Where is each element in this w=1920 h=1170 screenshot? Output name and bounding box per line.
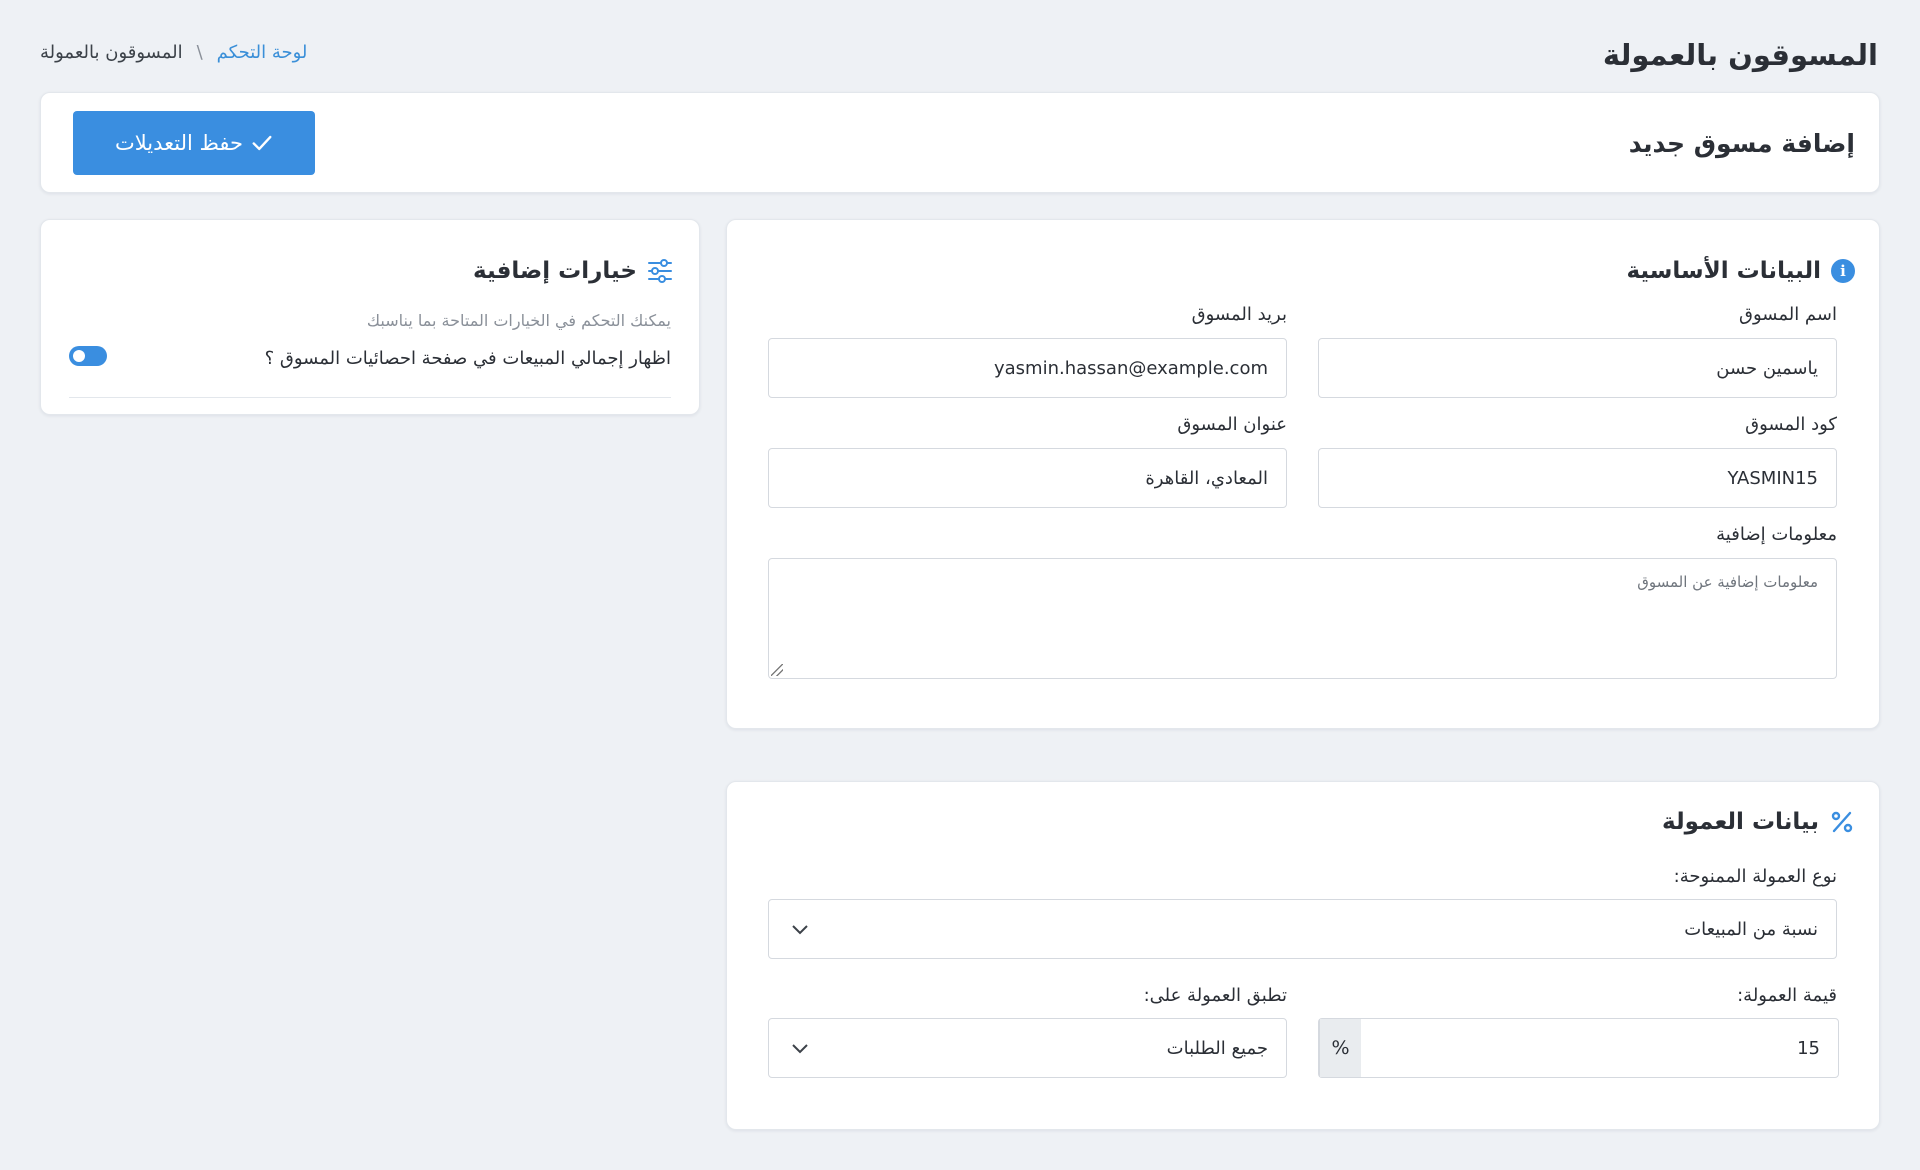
address-value: المعادي، القاهرة [1145, 467, 1268, 489]
check-icon [252, 135, 272, 151]
resize-grip-icon[interactable] [771, 664, 783, 676]
info-placeholder: معلومات إضافية عن المسوق [1637, 573, 1818, 591]
commission-type-select[interactable]: نسبة من المبيعات [768, 899, 1837, 959]
options-title-text: خيارات إضافية [473, 258, 637, 284]
commission-value: 15 [1797, 1037, 1820, 1059]
save-button[interactable]: حفظ التعديلات [73, 111, 315, 175]
info-icon: i [1831, 259, 1855, 283]
options-subtitle: يمكنك التحكم في الخيارات المتاحة بما ينا… [366, 311, 671, 330]
address-label: عنوان المسوق [1177, 414, 1287, 435]
commission-title: بيانات العمولة [1662, 809, 1855, 835]
address-input[interactable]: المعادي، القاهرة [768, 448, 1287, 508]
code-input[interactable]: YASMIN15 [1318, 448, 1837, 508]
commission-value-input[interactable]: 15 % [1318, 1018, 1839, 1078]
basic-info-title: i البيانات الأساسية [1626, 258, 1855, 284]
commission-title-text: بيانات العمولة [1662, 809, 1819, 835]
sliders-icon [648, 259, 672, 283]
info-label: معلومات إضافية [1716, 524, 1837, 545]
commission-type-value: نسبة من المبيعات [1684, 918, 1818, 940]
code-label: كود المسوق [1745, 414, 1837, 435]
percent-icon [1831, 811, 1853, 833]
applies-value: جميع الطلبات [1166, 1037, 1268, 1059]
name-input[interactable]: ياسمين حسن [1318, 338, 1837, 398]
sales-toggle-label: اظهار إجمالي المبيعات في صفحة احصائيات ا… [264, 348, 671, 369]
breadcrumb-home-link[interactable]: لوحة التحكم [217, 42, 308, 63]
name-value: ياسمين حسن [1716, 357, 1818, 379]
commission-type-label: نوع العمولة الممنوحة: [1673, 866, 1837, 887]
email-value: yasmin.hassan@example.com [994, 357, 1268, 379]
form-title: إضافة مسوق جديد [1628, 129, 1855, 158]
sales-toggle-row: اظهار إجمالي المبيعات في صفحة احصائيات ا… [69, 344, 671, 398]
save-button-label: حفظ التعديلات [114, 131, 244, 155]
header-card: إضافة مسوق جديد حفظ التعديلات [40, 92, 1880, 193]
name-label: اسم المسوق [1739, 304, 1837, 325]
options-title: خيارات إضافية [473, 258, 673, 284]
breadcrumb: لوحة التحكم \ المسوقون بالعمولة [40, 42, 307, 63]
breadcrumb-current: المسوقون بالعمولة [40, 42, 183, 63]
chevron-down-icon [792, 1044, 808, 1054]
applies-select[interactable]: جميع الطلبات [768, 1018, 1287, 1078]
toggle-knob [73, 350, 85, 362]
page: المسوقون بالعمولة لوحة التحكم \ المسوقون… [0, 0, 1920, 1170]
page-title: المسوقون بالعمولة [1602, 38, 1878, 72]
chevron-down-icon [792, 925, 808, 935]
applies-label: تطبق العمولة على: [1143, 985, 1287, 1006]
sales-toggle-switch[interactable] [69, 346, 107, 366]
basic-info-title-text: البيانات الأساسية [1626, 258, 1821, 284]
commission-value-label: قيمة العمولة: [1737, 985, 1837, 1006]
email-input[interactable]: yasmin.hassan@example.com [768, 338, 1287, 398]
commission-card: بيانات العمولة نوع العمولة الممنوحة: نسب… [726, 781, 1880, 1130]
percent-addon: % [1319, 1019, 1361, 1077]
code-value: YASMIN15 [1727, 467, 1818, 489]
basic-info-card: i البيانات الأساسية اسم المسوق ياسمين حس… [726, 219, 1880, 729]
breadcrumb-separator: \ [196, 42, 203, 63]
options-card: خيارات إضافية يمكنك التحكم في الخيارات ا… [40, 219, 700, 415]
email-label: بريد المسوق [1191, 304, 1287, 325]
info-textarea[interactable]: معلومات إضافية عن المسوق [768, 558, 1837, 679]
